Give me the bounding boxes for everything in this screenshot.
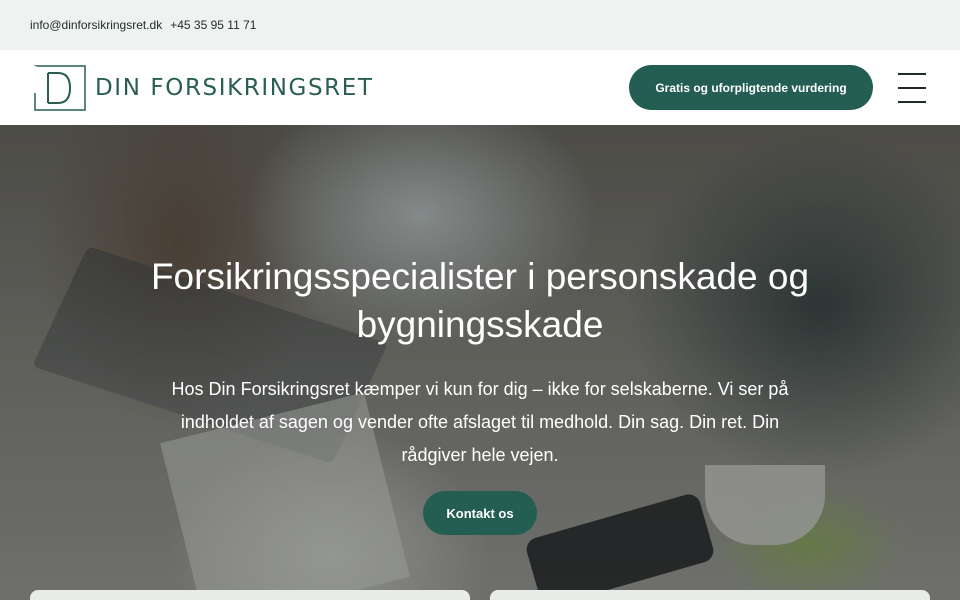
menu-line bbox=[898, 101, 926, 103]
phone-link[interactable]: +45 35 95 11 71 bbox=[170, 18, 256, 32]
contact-button[interactable]: Kontakt os bbox=[423, 491, 537, 535]
hero-title: Forsikringsspecialister i personskade og… bbox=[150, 256, 810, 345]
feature-card bbox=[30, 590, 470, 600]
logo[interactable]: DIN FORSIKRINGSRET bbox=[34, 64, 374, 112]
menu-line bbox=[898, 73, 926, 75]
contact-topbar: info@dinforsikringsret.dk +45 35 95 11 7… bbox=[0, 0, 960, 50]
hero-subtitle: Hos Din Forsikringsret kæmper vi kun for… bbox=[171, 379, 789, 465]
email-link[interactable]: info@dinforsikringsret.dk bbox=[30, 18, 162, 32]
hamburger-menu-icon[interactable] bbox=[898, 73, 930, 103]
menu-line bbox=[898, 87, 926, 89]
site-header: DIN FORSIKRINGSRET Gratis og uforpligten… bbox=[0, 50, 960, 125]
logo-text: DIN FORSIKRINGSRET bbox=[95, 75, 374, 101]
feature-card bbox=[490, 590, 930, 600]
free-assessment-button[interactable]: Gratis og uforpligtende vurdering bbox=[629, 65, 873, 110]
logo-mark-icon bbox=[34, 65, 86, 111]
hero-section: Forsikringsspecialister i personskade og… bbox=[0, 125, 960, 600]
